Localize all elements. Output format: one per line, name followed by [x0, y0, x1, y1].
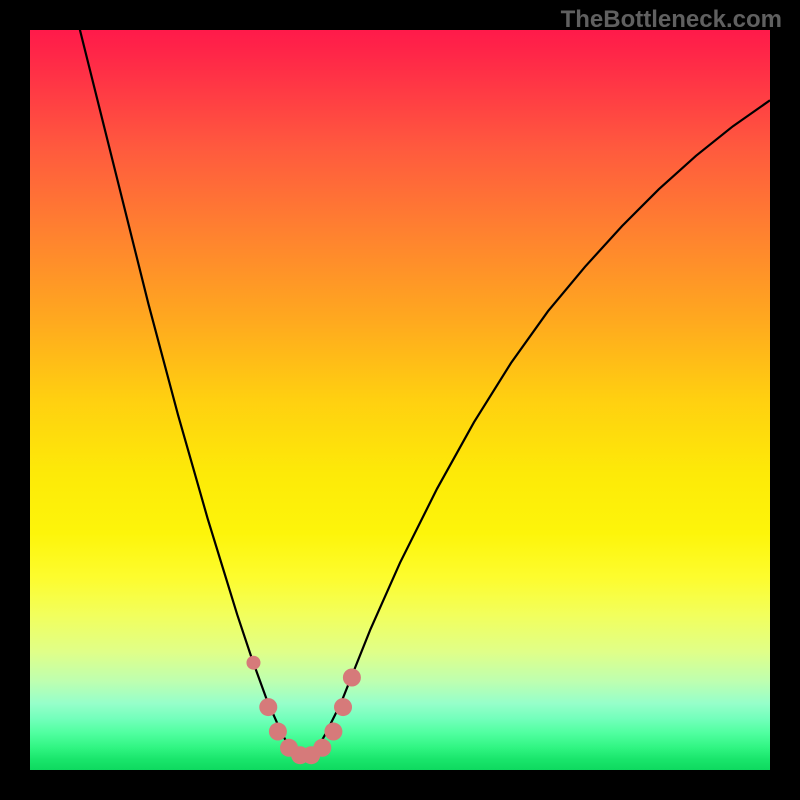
bottleneck-curve: [74, 30, 770, 757]
marker-point: [334, 698, 352, 716]
marker-point: [324, 723, 342, 741]
marker-point: [259, 698, 277, 716]
chart-svg: [30, 30, 770, 770]
marker-point: [269, 723, 287, 741]
marker-point: [313, 739, 331, 757]
marker-point: [246, 656, 260, 670]
watermark-text: TheBottleneck.com: [561, 6, 782, 34]
chart-plot-area: [30, 30, 770, 770]
marker-point: [343, 669, 361, 687]
